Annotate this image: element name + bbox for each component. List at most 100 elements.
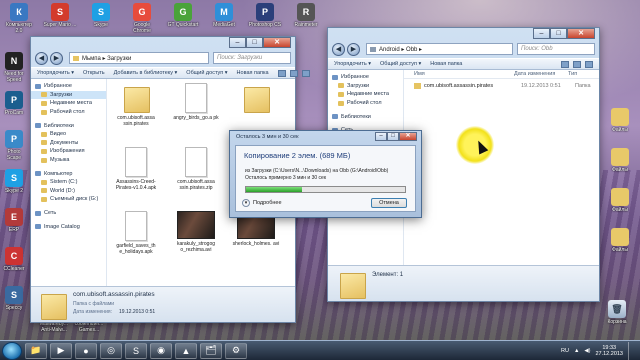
sidebar-item[interactable]: Загрузки — [31, 90, 106, 100]
cancel-button[interactable]: Отмена — [371, 198, 407, 208]
sidebar-item[interactable]: Избранное — [328, 73, 403, 82]
pdf-icon[interactable]: ▲ — [175, 342, 197, 359]
table-row[interactable]: com.ubisoft.assassin.pirates 19.12.2013 … — [404, 81, 599, 91]
clock[interactable]: 19:33 27.12.2013 — [595, 345, 623, 357]
desktop-icon[interactable]: N Need for Speed — [0, 52, 28, 83]
desktop-icon[interactable]: G Google Chrome — [125, 3, 159, 34]
sidebar-item[interactable]: Музыка — [31, 156, 106, 165]
sidebar-item[interactable]: Image Catalog — [31, 222, 106, 231]
chrome-icon[interactable]: ◎ — [100, 342, 122, 359]
help-icon[interactable] — [301, 69, 310, 77]
file-item[interactable]: garfield_saves_th e_holidays.apk — [111, 211, 161, 255]
settings-icon[interactable]: ⚙ — [225, 342, 247, 359]
file-item[interactable]: karakuly_strogog o_rezhima.avi — [171, 211, 221, 253]
desktop-icon[interactable]: P Photoshop CS — [248, 3, 282, 28]
desktop-icon[interactable]: S Skype 2 — [0, 169, 28, 194]
desktop-icon[interactable]: S Skype — [84, 3, 118, 28]
sidebar-item[interactable]: Библиотеки — [31, 121, 106, 130]
toolbar-item[interactable]: Общий доступ ▾ — [380, 61, 421, 67]
sidebar-item[interactable]: Рабочий стол — [328, 99, 403, 108]
file-label: angry_birds_go.a pk — [173, 115, 219, 121]
folder-icon[interactable]: 📁 — [25, 342, 47, 359]
show-desktop-button[interactable] — [628, 341, 634, 360]
desktop-icon[interactable]: S Super Mario ... — [43, 3, 77, 28]
file-item[interactable]: Assassins-Creed- Pirates-v1.0.4.apk — [111, 147, 161, 191]
sidebar-item[interactable]: Изображения — [31, 147, 106, 156]
desktop-icon[interactable]: Файлы — [604, 188, 636, 213]
toolbar-item[interactable]: Упорядочить ▾ — [37, 70, 74, 76]
desktop-icon[interactable]: P ProCam — [0, 91, 28, 116]
toolbar-item[interactable]: Упорядочить ▾ — [334, 61, 371, 67]
sidebar-item[interactable]: Библиотеки — [328, 112, 403, 121]
toolbar-item[interactable]: Новая папка — [237, 70, 269, 76]
help-icon[interactable] — [585, 60, 593, 68]
sidebar-item[interactable]: Рабочий стол — [31, 108, 106, 117]
play-icon[interactable]: ● — [75, 342, 97, 359]
column-date[interactable]: Дата изменения — [514, 71, 568, 77]
sidebar-item[interactable]: Документы — [31, 139, 106, 148]
preview-pane-icon[interactable] — [573, 60, 581, 68]
desktop-icon[interactable]: Файлы — [604, 228, 636, 253]
desktop-icon[interactable]: E ERP — [0, 208, 28, 233]
media-player-icon[interactable]: ▶ — [50, 342, 72, 359]
sidebar-item[interactable]: Компьютер — [31, 169, 106, 178]
skype-icon[interactable]: S — [125, 342, 147, 359]
minimize-button[interactable]: – — [533, 28, 550, 39]
maximize-button[interactable]: □ — [387, 132, 399, 141]
maximize-button[interactable]: □ — [550, 28, 567, 39]
back-button[interactable]: ◀ — [35, 51, 48, 65]
search-input[interactable]: Поиск: Загрузки — [213, 52, 291, 64]
toolbar-item[interactable]: Новая папка — [430, 61, 462, 67]
desktop-icon[interactable]: M MediaGet — [207, 3, 241, 28]
sidebar-item[interactable]: Съемный диск (G:) — [31, 195, 106, 204]
close-button[interactable]: ✕ — [399, 132, 417, 141]
address-bar[interactable]: Android ▸ Obb ▸ — [366, 43, 513, 55]
desktop-icon[interactable]: S Speccy — [0, 286, 28, 311]
desktop-icon[interactable]: Файлы — [604, 148, 636, 173]
sidebar-item[interactable]: Sistem (C:) — [31, 178, 106, 187]
back-button[interactable]: ◀ — [332, 42, 345, 56]
details-toggle[interactable]: ▾ Подробнее — [242, 199, 282, 207]
desktop-icon[interactable]: Файлы — [604, 108, 636, 133]
toolbar-item[interactable]: Общий доступ ▾ — [186, 70, 227, 76]
file-item[interactable]: com.ubisoft.assa ssin.pirates.zip — [171, 147, 221, 191]
explorer-icon[interactable]: 🗂 — [200, 342, 222, 359]
toolbar-item[interactable]: Открыть — [83, 70, 105, 76]
language-indicator[interactable]: RU — [561, 348, 569, 354]
preview-pane-icon[interactable] — [289, 69, 298, 77]
start-button[interactable] — [2, 341, 22, 360]
forward-button[interactable]: ▶ — [50, 51, 63, 65]
file-item[interactable]: angry_birds_go.a pk — [171, 83, 221, 121]
camtasia-icon[interactable]: ◉ — [150, 342, 172, 359]
views-icon[interactable] — [561, 60, 569, 68]
sidebar-item[interactable]: Избранное — [31, 82, 106, 91]
desktop-icon[interactable]: R Rainmeter — [289, 3, 323, 28]
column-type[interactable]: Тип — [568, 71, 577, 77]
file-item[interactable] — [231, 83, 281, 115]
search-input[interactable]: Поиск: Obb — [517, 43, 595, 55]
column-name[interactable]: Имя — [404, 71, 514, 77]
forward-button[interactable]: ▶ — [347, 42, 360, 56]
close-button[interactable]: ✕ — [263, 37, 291, 48]
tray-arrow-icon[interactable]: ▲ — [574, 348, 579, 354]
sidebar-item[interactable]: Сеть — [31, 209, 106, 218]
views-icon[interactable] — [277, 69, 286, 77]
address-bar[interactable]: Мьмпа ▸ Загрузки — [69, 52, 209, 64]
maximize-button[interactable]: □ — [246, 37, 263, 48]
file-item[interactable]: com.ubisoft.assa ssin.pirates — [111, 83, 161, 127]
desktop-icon[interactable]: C CCleaner — [0, 247, 28, 272]
sidebar-item[interactable]: Загрузки — [328, 82, 403, 91]
sidebar-item[interactable]: Видео — [31, 130, 106, 139]
close-button[interactable]: ✕ — [567, 28, 595, 39]
minimize-button[interactable]: – — [229, 37, 246, 48]
desktop-icon[interactable]: К Компьютер 2.0 — [2, 3, 36, 34]
desktop-icon-recycle-bin[interactable]: 🗑 Корзина — [600, 300, 634, 325]
sidebar-item[interactable]: Недавние места — [328, 90, 403, 99]
volume-icon[interactable]: ◀) — [584, 348, 590, 354]
desktop-icon[interactable]: P Photo Scape — [0, 130, 28, 161]
sidebar-item[interactable]: Недавние места — [31, 99, 106, 108]
desktop-icon[interactable]: G GT Quickstart — [166, 3, 200, 28]
toolbar-item[interactable]: Добавить в библиотеку ▾ — [114, 70, 178, 76]
minimize-button[interactable]: – — [375, 132, 387, 141]
sidebar-item[interactable]: World (D:) — [31, 187, 106, 196]
